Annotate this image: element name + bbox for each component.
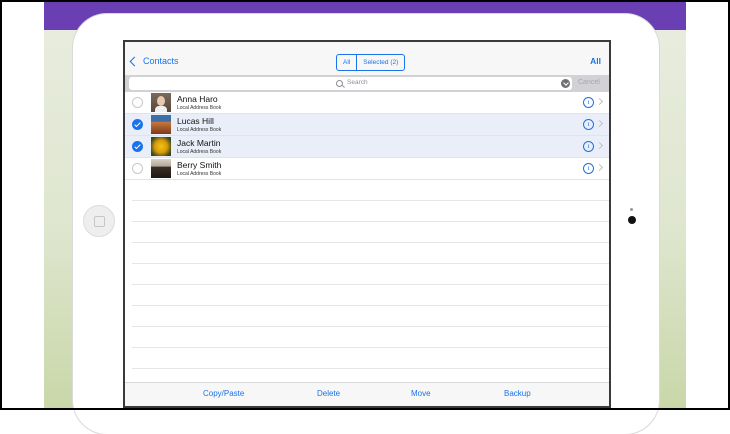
image-border — [0, 0, 730, 410]
